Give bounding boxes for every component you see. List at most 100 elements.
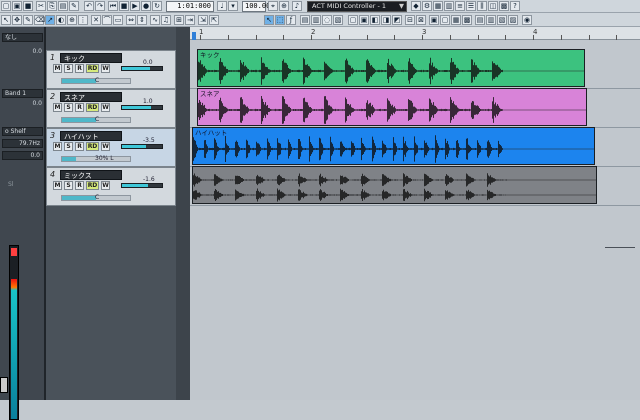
tempo-field[interactable]: 100.00 [242,1,270,12]
write-automation-button[interactable]: W [101,103,110,112]
tempo-map-icon[interactable]: ♫ [161,15,171,25]
loop-icon[interactable]: ↻ [152,1,162,11]
timeline-ruler[interactable]: 1 2 3 4 [190,27,640,40]
rewind-start-icon[interactable]: ⏮ [108,1,118,11]
audio-clip[interactable] [192,166,597,204]
write-automation-button[interactable]: W [101,181,110,190]
inspector-scrollbar[interactable] [0,377,8,393]
solo-button[interactable]: S [64,142,73,151]
fx-icon[interactable]: ƒ [286,15,296,25]
track-view-icon[interactable]: ▤ [300,15,310,25]
erase-tool-icon[interactable]: ⌫ [34,15,45,25]
window-4-icon[interactable]: ▩ [462,15,472,25]
read-automation-button[interactable]: RD [86,103,99,112]
arrow-tool-icon[interactable]: ↖ [264,15,274,25]
pane-splitter[interactable] [176,27,190,400]
screenset-3-icon[interactable]: ▧ [497,15,507,25]
output-icon[interactable]: ⇱ [209,15,219,25]
solo-button[interactable]: S [64,64,73,73]
smart-tool-icon[interactable]: ↗ [45,15,55,25]
mute-button[interactable]: M [53,103,62,112]
inspector-eq-band[interactable]: Band 1 [2,89,43,98]
track-header[interactable]: 2 スネア M S R RD W 1.0 C [46,89,176,128]
open-file-icon[interactable]: ▣ [12,1,22,11]
tool-icon[interactable]: ⚙ [422,1,432,11]
copy-icon[interactable]: ⎘ [47,1,57,11]
draw-tool-icon[interactable]: ✎ [23,15,33,25]
event-list-icon[interactable]: ☰ [466,1,476,11]
grid-icon[interactable]: ▦ [433,1,443,11]
mute-tool-icon[interactable]: ✕ [91,15,101,25]
marquee-icon[interactable]: ▭ [113,15,123,25]
track-name-field[interactable]: ハイハット [60,131,122,141]
loop-view-icon[interactable]: ◌ [322,15,332,25]
record-arm-button[interactable]: R [75,142,84,151]
input-icon[interactable]: ⇲ [198,15,208,25]
scrub-tool-icon[interactable]: ◐ [56,15,66,25]
edit-tool-icon[interactable]: ⬚ [275,15,285,25]
layout-2-icon[interactable]: ▣ [359,15,369,25]
snap-grid-icon[interactable]: ⊞ [174,15,184,25]
record-arm-button[interactable]: R [75,64,84,73]
new-file-icon[interactable]: ▢ [1,1,11,11]
zoom-icon[interactable]: ⊕ [279,1,289,11]
inspector-input-field[interactable]: なし [2,33,43,42]
inspector-eq-freq[interactable]: 79.7Hz [2,139,43,148]
nudge-icon[interactable]: ⇥ [185,15,195,25]
browser-icon[interactable]: ▧ [333,15,343,25]
record-arm-button[interactable]: R [75,181,84,190]
screenset-2-icon[interactable]: ▥ [486,15,496,25]
read-automation-button[interactable]: RD [86,142,99,151]
undo-icon[interactable]: ↶ [84,1,94,11]
synth-rack-icon[interactable]: ▩ [499,1,509,11]
record-arm-button[interactable]: R [75,103,84,112]
play-icon[interactable]: ▶ [130,1,140,11]
track-name-field[interactable]: ミックス [60,170,122,180]
staff-icon[interactable]: ≡ [455,1,465,11]
write-automation-button[interactable]: W [101,64,110,73]
audio-clip[interactable]: ハイハット [192,127,595,165]
volume-slider[interactable] [121,66,163,71]
read-automation-button[interactable]: RD [86,181,99,190]
stop-icon[interactable]: ■ [119,1,129,11]
time-display[interactable]: 1:01:000 [166,1,214,12]
snap-icon[interactable]: ⌖ [268,1,278,11]
layout-3-icon[interactable]: ◧ [370,15,380,25]
view-b-icon[interactable]: ⊠ [416,15,426,25]
panic-icon[interactable]: ◉ [522,15,532,25]
screenset-4-icon[interactable]: ▨ [508,15,518,25]
paste-icon[interactable]: ▤ [58,1,68,11]
mixer-icon[interactable]: ⫼ [477,1,487,11]
screenset-icon[interactable]: ▤ [475,15,485,25]
track-name-field[interactable]: キック [60,53,122,63]
midi-icon[interactable]: ♪ [292,1,302,11]
view-a-icon[interactable]: ⊟ [405,15,415,25]
zoom-tool-icon[interactable]: ⊕ [67,15,77,25]
layout-4-icon[interactable]: ◨ [381,15,391,25]
inspector-eq-gain[interactable]: 0.0 [2,151,43,160]
controller-dropdown[interactable]: ACT MIDI Controller - 1 ▼ [307,1,407,12]
fit-icon[interactable]: ⇔ [126,15,136,25]
marker-icon[interactable]: ◆ [411,1,421,11]
window-1-icon[interactable]: ▣ [429,15,439,25]
mute-button[interactable]: M [53,64,62,73]
volume-slider[interactable] [121,183,163,188]
save-icon[interactable]: ■ [23,1,33,11]
move-tool-icon[interactable]: ✥ [12,15,22,25]
track-header[interactable]: 1 キック M S R RD W 0.0 C [46,50,176,89]
track-header[interactable]: 3 ハイハット M S R RD W -3.5 30% L [46,128,176,167]
volume-slider[interactable] [121,105,163,110]
pencil-icon[interactable]: ✎ [69,1,79,11]
metronome-icon[interactable]: ♩ [217,1,227,11]
loop-construct-icon[interactable]: ◫ [488,1,498,11]
layout-1-icon[interactable]: ▢ [348,15,358,25]
split-tool-icon[interactable]: ⋮ [78,15,88,25]
mute-button[interactable]: M [53,181,62,190]
audio-clip[interactable]: キック [197,49,585,87]
help-icon[interactable]: ? [510,1,520,11]
record-icon[interactable]: ● [141,1,151,11]
track-name-field[interactable]: スネア [60,92,122,102]
window-2-icon[interactable]: ▢ [440,15,450,25]
audio-clip[interactable]: スネア [197,88,587,126]
track-header[interactable]: 4 ミックス M S R RD W -1.6 C [46,167,176,206]
